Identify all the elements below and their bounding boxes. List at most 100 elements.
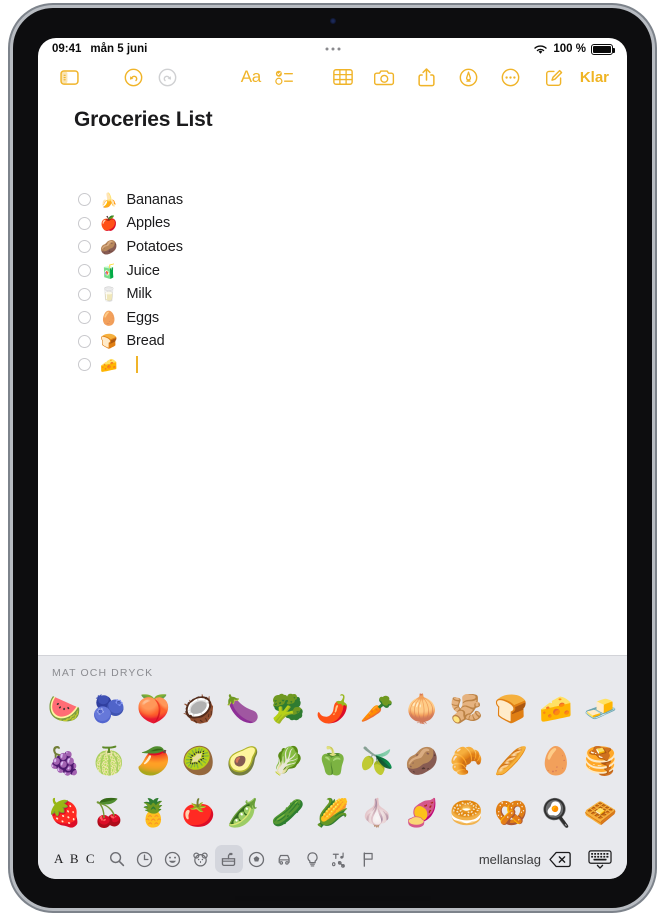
markup-pen-icon[interactable]	[452, 62, 486, 92]
emoji-key[interactable]: 🌽	[310, 799, 355, 827]
emoji-key[interactable]: 🍆	[221, 695, 266, 723]
checklist-item[interactable]: 🥛 Milk	[78, 282, 591, 306]
emoji-key[interactable]: 🥨	[489, 799, 534, 827]
emoji-key[interactable]: 🧈	[578, 695, 623, 723]
done-button[interactable]: Klar	[572, 69, 613, 86]
checkbox[interactable]	[78, 311, 91, 325]
emoji-key[interactable]: 🥦	[265, 695, 310, 723]
note-body[interactable]: Groceries List 🍌 Bananas 🍎 Apples 🥔 Pota…	[38, 94, 627, 655]
checklist-item[interactable]: 🍞 Bread	[78, 330, 591, 354]
travel-icon[interactable]	[271, 845, 299, 873]
emoji-key[interactable]: 🫐	[87, 695, 132, 723]
emoji-key[interactable]: 🥚	[534, 747, 579, 775]
space-key[interactable]: mellanslag	[383, 852, 545, 867]
item-emoji: 🧀	[100, 356, 118, 373]
emoji-key[interactable]: 🥔	[400, 747, 445, 775]
emoji-key[interactable]: 🥬	[265, 747, 310, 775]
checklist-item[interactable]: 🍎 Apples	[78, 212, 591, 236]
smileys-icon[interactable]	[159, 845, 187, 873]
checkbox[interactable]	[78, 216, 91, 230]
emoji-key[interactable]: 🍠	[400, 799, 445, 827]
emoji-row: 🍇 🍈 🥭 🥝 🥑 🥬 🫑 🫒 🥔 🥐 🥖 🥚 🥞	[42, 735, 623, 787]
emoji-key[interactable]: 🥝	[176, 747, 221, 775]
checkbox[interactable]	[78, 240, 91, 254]
symbols-icon[interactable]	[327, 845, 355, 873]
activity-icon[interactable]	[243, 845, 271, 873]
recents-clock-icon[interactable]	[131, 845, 159, 873]
sidebar-toggle-icon[interactable]	[52, 62, 86, 92]
delete-backward-icon[interactable]	[545, 851, 575, 868]
screen: 09:41 mån 5 juni 100 % Aa Klar Groceries…	[38, 38, 627, 879]
emoji-key[interactable]: 🫒	[355, 747, 400, 775]
emoji-key[interactable]: 🫑	[310, 747, 355, 775]
emoji-key[interactable]: 🥯	[444, 799, 489, 827]
checklist-icon[interactable]	[268, 62, 302, 92]
emoji-key[interactable]: 🍇	[42, 747, 87, 775]
checkbox[interactable]	[78, 334, 91, 348]
checklist-item[interactable]: 🧃 Juice	[78, 259, 591, 283]
multitasking-dots-icon[interactable]	[325, 47, 340, 51]
emoji-key[interactable]: 🫛	[221, 799, 266, 827]
emoji-key[interactable]: 🍉	[42, 695, 87, 723]
emoji-key[interactable]: 🍈	[87, 747, 132, 775]
camera-icon[interactable]	[368, 62, 402, 92]
flags-icon[interactable]	[355, 845, 383, 873]
emoji-key[interactable]: 🍑	[131, 695, 176, 723]
text-cursor	[136, 356, 139, 374]
emoji-key[interactable]: 🫚	[444, 695, 489, 723]
search-icon[interactable]	[103, 845, 131, 873]
wifi-icon	[534, 44, 548, 54]
emoji-key[interactable]: 🥞	[578, 747, 623, 775]
checkbox[interactable]	[78, 358, 91, 372]
emoji-key[interactable]: 🧅	[400, 695, 445, 723]
checkbox[interactable]	[78, 287, 91, 301]
table-icon[interactable]	[326, 62, 360, 92]
emoji-category-bar: A B C mellanslag	[38, 839, 627, 879]
checkbox[interactable]	[78, 264, 91, 278]
emoji-key[interactable]: 🥒	[265, 799, 310, 827]
emoji-key[interactable]: 🥭	[131, 747, 176, 775]
compose-icon[interactable]	[538, 62, 572, 92]
page-title: Groceries List	[74, 108, 213, 131]
emoji-key[interactable]: 🥕	[355, 695, 400, 723]
item-label: Eggs	[126, 309, 160, 326]
emoji-key[interactable]: 🍳	[534, 799, 579, 827]
battery-percent-label: 100 %	[553, 43, 586, 55]
checklist-item[interactable]: 🍌 Bananas	[78, 188, 591, 212]
item-emoji: 🍎	[100, 215, 118, 232]
emoji-key[interactable]: 🌶️	[310, 695, 355, 723]
redo-icon[interactable]	[150, 62, 184, 92]
checklist-item[interactable]: 🥔 Potatoes	[78, 235, 591, 259]
abc-keyboard-button[interactable]: A B C	[48, 851, 103, 867]
food-drink-icon[interactable]	[214, 845, 243, 873]
emoji-key[interactable]: 🥑	[221, 747, 266, 775]
emoji-key[interactable]: 🥖	[489, 747, 534, 775]
more-ellipsis-icon[interactable]	[494, 62, 528, 92]
checkbox[interactable]	[78, 193, 91, 207]
emoji-key[interactable]: 🍒	[87, 799, 132, 827]
emoji-key[interactable]: 🍓	[42, 799, 87, 827]
emoji-key[interactable]: 🧇	[578, 799, 623, 827]
emoji-key[interactable]: 🍞	[489, 695, 534, 723]
emoji-key[interactable]: 🥐	[444, 747, 489, 775]
item-label: Bananas	[126, 191, 183, 208]
status-bar: 09:41 mån 5 juni 100 %	[38, 38, 627, 60]
animals-icon[interactable]	[187, 845, 215, 873]
undo-icon[interactable]	[116, 62, 150, 92]
hide-keyboard-icon[interactable]	[583, 849, 617, 869]
objects-icon[interactable]	[299, 845, 327, 873]
share-icon[interactable]	[410, 62, 444, 92]
emoji-key[interactable]: 🧀	[534, 695, 579, 723]
emoji-key[interactable]: 🥥	[176, 695, 221, 723]
item-emoji: 🥚	[100, 309, 118, 326]
format-button[interactable]: Aa	[234, 62, 268, 92]
item-label: Juice	[126, 262, 160, 279]
home-indicator[interactable]	[234, 896, 431, 901]
checklist-item[interactable]: 🥚 Eggs	[78, 306, 591, 330]
emoji-row: 🍓 🍒 🍍 🍅 🫛 🥒 🌽 🧄 🍠 🥯 🥨 🍳 🧇	[42, 787, 623, 839]
emoji-key[interactable]: 🍅	[176, 799, 221, 827]
emoji-key[interactable]: 🧄	[355, 799, 400, 827]
emoji-key[interactable]: 🍍	[131, 799, 176, 827]
ipad-device: 09:41 mån 5 juni 100 % Aa Klar Groceries…	[13, 8, 652, 908]
checklist-item-active[interactable]: 🧀	[78, 353, 591, 377]
